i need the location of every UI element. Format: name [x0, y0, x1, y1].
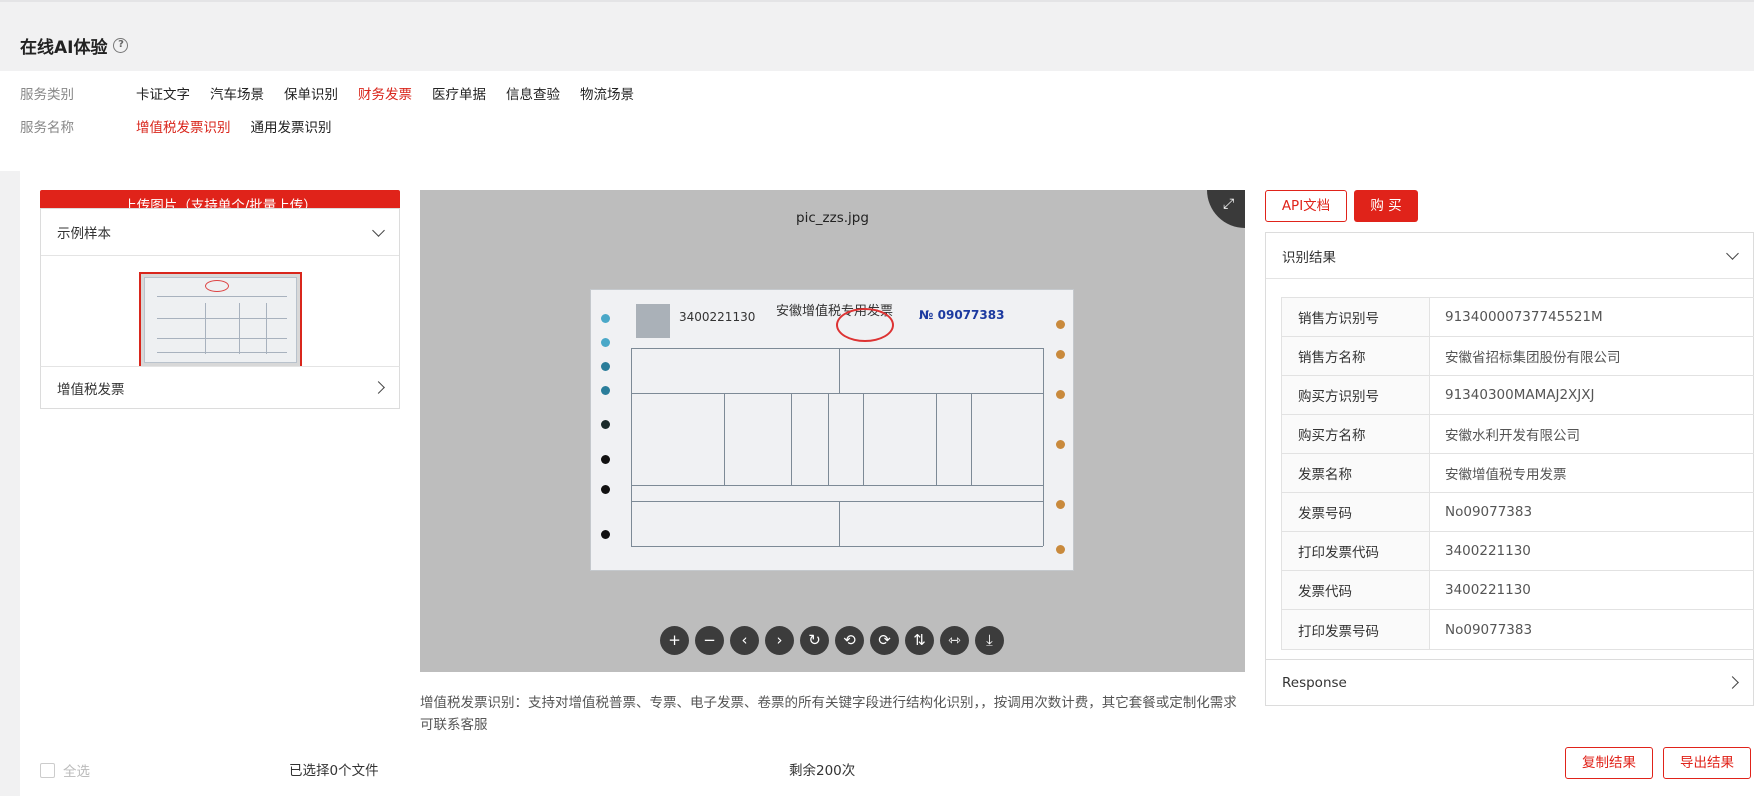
result-value: 91340000737745521M: [1445, 309, 1603, 325]
service-option[interactable]: 通用发票识别: [251, 116, 332, 136]
api-doc-button[interactable]: API文档: [1265, 190, 1347, 222]
result-row: 购买方名称 安徽水利开发有限公司: [1282, 415, 1754, 454]
result-key: 购买方名称: [1282, 415, 1430, 453]
service-option[interactable]: 增值税发票识别: [136, 116, 231, 136]
result-row: 发票代码 3400221130: [1282, 571, 1754, 610]
service-options: 增值税发票识别 通用发票识别: [136, 116, 352, 136]
category-option[interactable]: 财务发票: [358, 83, 412, 103]
result-key: 销售方名称: [1282, 337, 1430, 375]
result-row: 打印发票代码 3400221130: [1282, 532, 1754, 571]
download-icon[interactable]: ⤓: [975, 626, 1004, 655]
response-title: Response: [1282, 674, 1347, 691]
result-key: 打印发票号码: [1282, 610, 1430, 649]
zoom-out-icon[interactable]: −: [695, 626, 724, 655]
result-row: 销售方名称 安徽省招标集团股份有限公司: [1282, 337, 1754, 376]
qr-code: [636, 304, 670, 338]
invoice-code: 3400221130: [679, 310, 756, 324]
next-icon[interactable]: ›: [765, 626, 794, 655]
selected-count: 已选择0个文件: [289, 763, 379, 779]
export-result-button[interactable]: 导出结果: [1663, 747, 1751, 779]
result-row: 打印发票号码 No09077383: [1282, 610, 1754, 649]
result-value: 安徽增值税专用发票: [1445, 467, 1567, 483]
invoice-thumbnail-image: [144, 277, 297, 363]
page-title-text: 在线AI体验: [20, 38, 108, 58]
category-option[interactable]: 信息查验: [506, 83, 560, 103]
category-row: 服务类别 卡证文字 汽车场景 保单识别 财务发票 医疗单据 信息查验 物流场景: [20, 83, 654, 103]
result-value: No09077383: [1445, 504, 1533, 520]
service-row: 服务名称 增值税发票识别 通用发票识别: [20, 116, 352, 136]
result-key: 发票代码: [1282, 571, 1430, 609]
image-viewer: pic_zzs.jpg ⤢ 3400221130 安徽增值税专用发票 № 090…: [420, 190, 1245, 672]
result-title: 识别结果: [1282, 249, 1336, 266]
image-filename: pic_zzs.jpg: [796, 210, 869, 226]
invoice-number: № 09077383: [919, 308, 1005, 322]
vat-invoice-label: 增值税发票: [57, 381, 125, 398]
chevron-right-icon: [372, 381, 385, 394]
vat-invoice-item[interactable]: 增值税发票: [40, 366, 400, 409]
service-description: 增值税发票识别：支持对增值税普票、专票、电子发票、卷票的所有关键字段进行结构化识…: [420, 695, 1237, 733]
flip-vertical-icon[interactable]: ⇅: [905, 626, 934, 655]
result-key: 打印发票代码: [1282, 532, 1430, 570]
copy-result-button[interactable]: 复制结果: [1565, 747, 1653, 779]
result-key: 销售方识别号: [1282, 298, 1430, 336]
result-key: 发票名称: [1282, 454, 1430, 492]
category-option[interactable]: 物流场景: [580, 83, 634, 103]
page-title: 在线AI体验 ?: [20, 33, 129, 58]
result-row: 发票号码 No09077383: [1282, 493, 1754, 532]
fullscreen-icon[interactable]: ⤢: [1223, 197, 1237, 211]
rotate-left-icon[interactable]: ⟲: [835, 626, 864, 655]
response-header[interactable]: Response: [1266, 659, 1753, 705]
chevron-down-icon: [372, 223, 385, 237]
result-value: No09077383: [1445, 621, 1533, 638]
select-all-label: 全选: [63, 764, 90, 780]
result-value: 安徽省招标集团股份有限公司: [1445, 350, 1621, 366]
category-label: 服务类别: [20, 87, 74, 103]
result-row: 发票名称 安徽增值税专用发票: [1282, 454, 1754, 493]
main-content: 上传图片（支持单个/批量上传） 示例样本 增值税发票 全选 已选择0个文件 pi…: [20, 171, 1754, 796]
category-option[interactable]: 保单识别: [284, 83, 338, 103]
result-key: 发票号码: [1282, 493, 1430, 531]
result-row: 购买方识别号 91340300MAMAJ2XJXJ: [1282, 376, 1754, 415]
remaining-count: 剩余200次: [789, 763, 856, 779]
buy-button[interactable]: 购 买: [1354, 190, 1418, 222]
result-value: 3400221130: [1445, 582, 1531, 598]
header-band: 在线AI体验 ?: [0, 0, 1754, 71]
invoice-stamp: [836, 308, 894, 342]
sample-thumbnail[interactable]: [139, 272, 302, 368]
reset-icon[interactable]: ↻: [800, 626, 829, 655]
viewer-toolbar: + − ‹ › ↻ ⟲ ⟳ ⇅ ⇿ ⤓: [660, 626, 1004, 655]
result-row: 销售方识别号 91340000737745521M: [1282, 298, 1754, 337]
category-option[interactable]: 医疗单据: [432, 83, 486, 103]
service-label: 服务名称: [20, 120, 74, 136]
prev-icon[interactable]: ‹: [730, 626, 759, 655]
category-option[interactable]: 汽车场景: [210, 83, 264, 103]
result-header[interactable]: 识别结果: [1266, 233, 1753, 279]
chevron-right-icon: [1726, 676, 1739, 689]
invoice-image: 3400221130 安徽增值税专用发票 № 09077383: [590, 289, 1074, 571]
category-option[interactable]: 卡证文字: [136, 83, 190, 103]
sample-list: [41, 255, 399, 384]
samples-title: 示例样本: [57, 226, 111, 242]
rotate-right-icon[interactable]: ⟳: [870, 626, 899, 655]
select-all[interactable]: 全选: [40, 760, 90, 780]
result-value: 91340300MAMAJ2XJXJ: [1445, 387, 1595, 403]
category-options: 卡证文字 汽车场景 保单识别 财务发票 医疗单据 信息查验 物流场景: [136, 83, 654, 103]
zoom-in-icon[interactable]: +: [660, 626, 689, 655]
chevron-down-icon: [1726, 247, 1739, 260]
flip-horizontal-icon[interactable]: ⇿: [940, 626, 969, 655]
result-panel: 识别结果 销售方识别号 91340000737745521M 销售方名称 安徽省招标集…: [1265, 232, 1754, 706]
select-all-checkbox[interactable]: [40, 762, 55, 778]
result-table: 销售方识别号 91340000737745521M 销售方名称 安徽省招标集团股份有限…: [1281, 297, 1754, 650]
result-value: 3400221130: [1445, 543, 1531, 559]
result-key: 购买方识别号: [1282, 376, 1430, 414]
result-value: 安徽水利开发有限公司: [1445, 428, 1580, 444]
service-filters: 服务类别 卡证文字 汽车场景 保单识别 财务发票 医疗单据 信息查验 物流场景 服务名称 增…: [0, 71, 1754, 171]
help-icon[interactable]: ?: [113, 38, 129, 53]
samples-header[interactable]: 示例样本: [41, 209, 399, 255]
